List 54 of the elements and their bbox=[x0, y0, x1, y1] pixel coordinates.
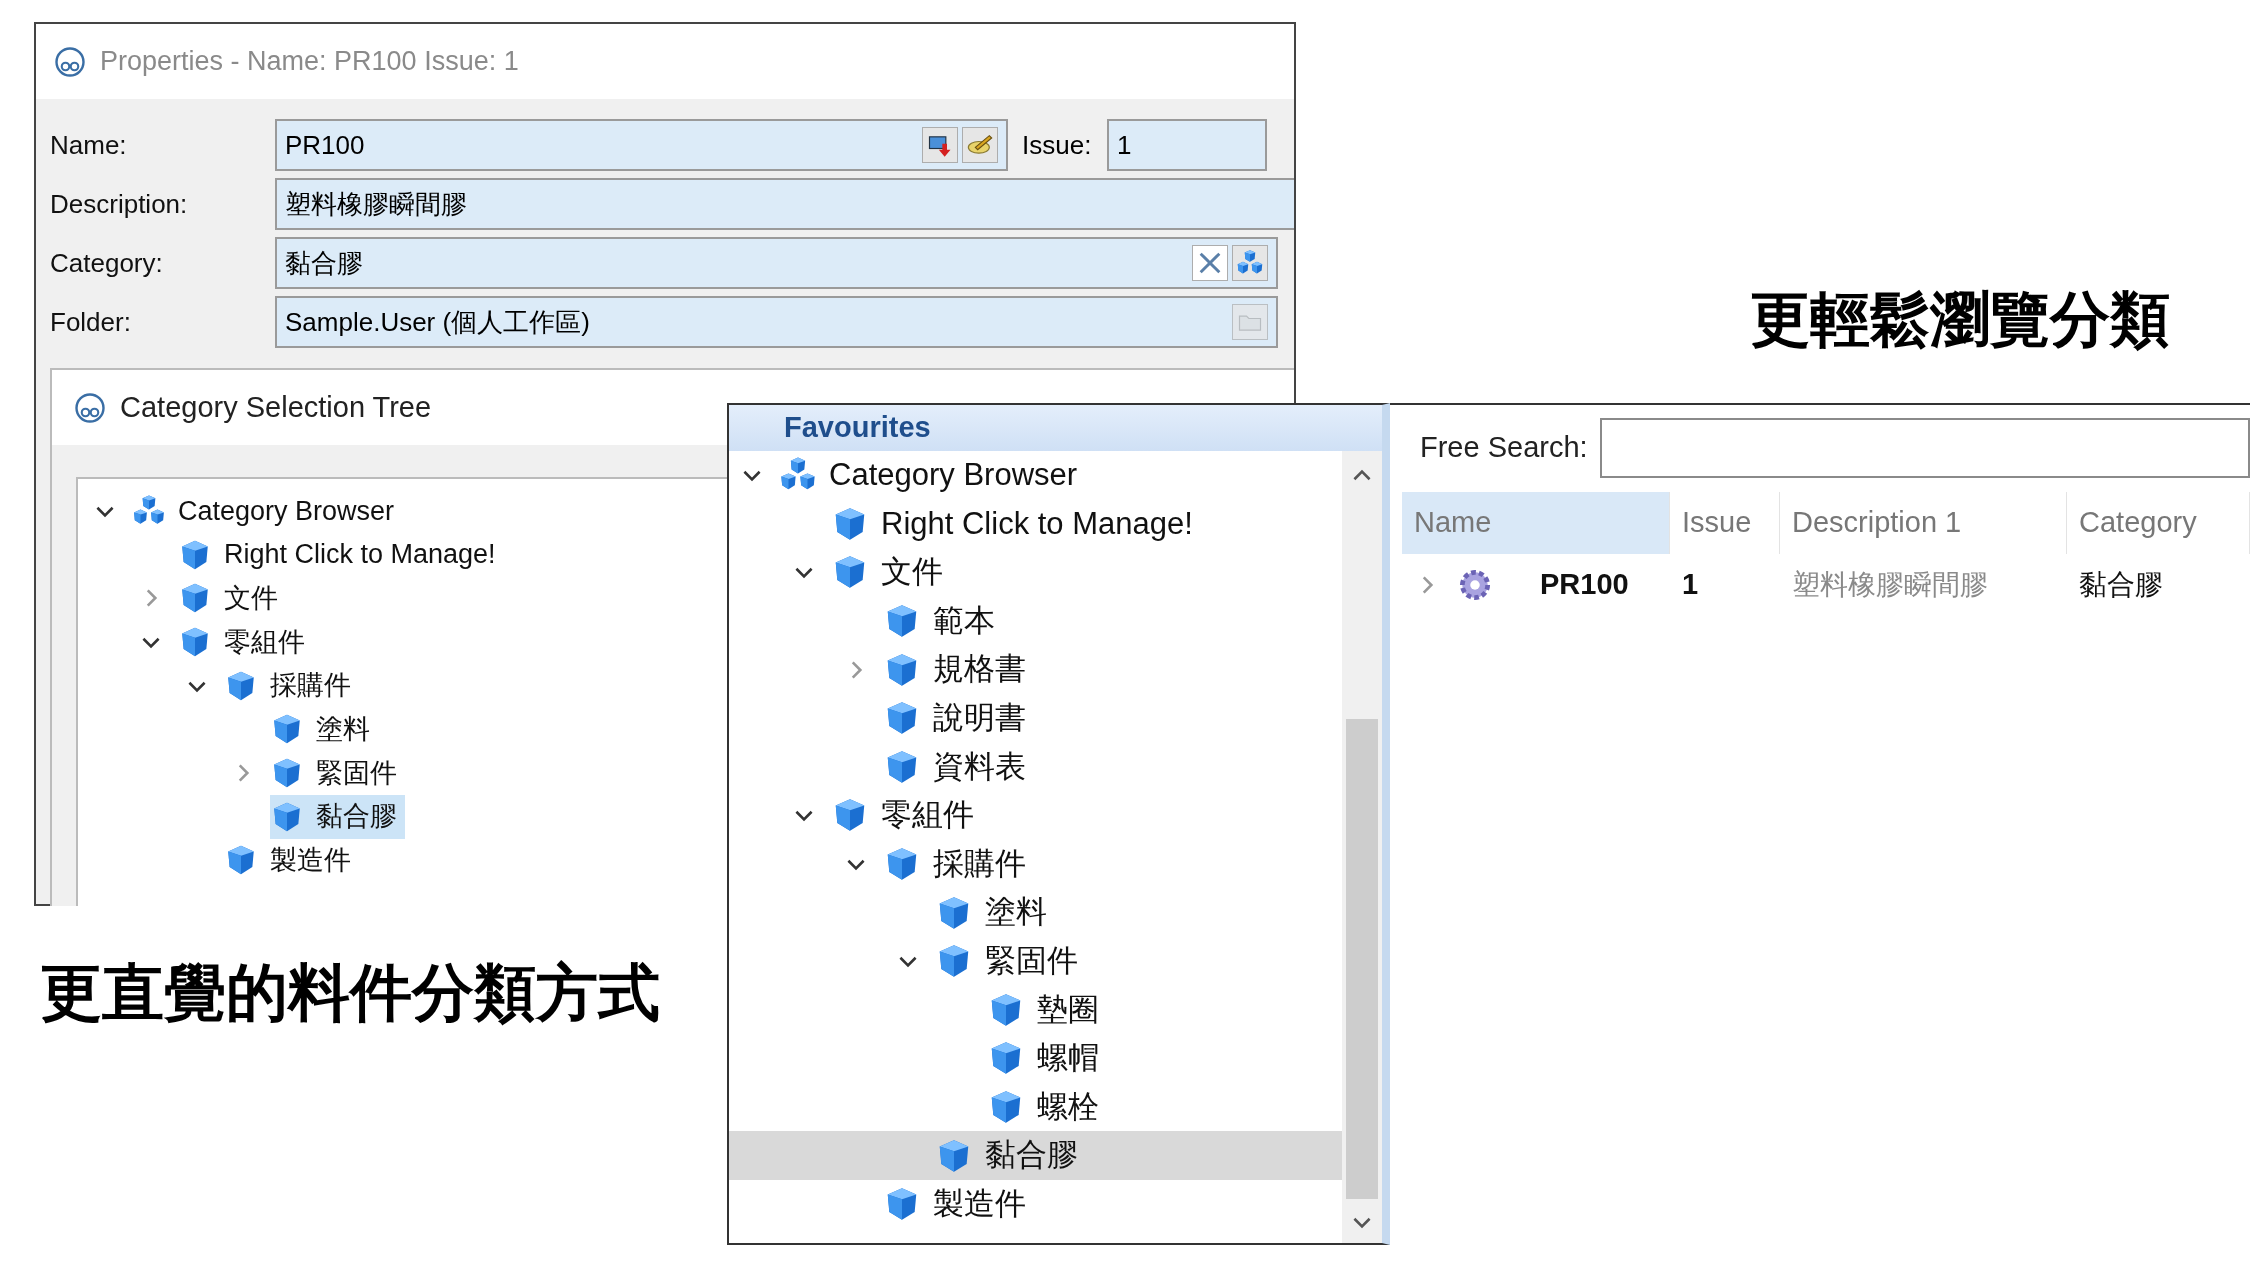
tree-item[interactable]: 說明書 bbox=[729, 693, 1342, 743]
table-cell-text: 1 bbox=[1681, 567, 1700, 603]
tree-item[interactable]: 文件 bbox=[729, 548, 1342, 597]
table-row[interactable]: PR100 1 塑料橡膠瞬間膠 黏合膠 bbox=[1402, 554, 2250, 616]
table-cell-text: 塑料橡膠瞬間膠 bbox=[1791, 568, 1989, 602]
tree-item[interactable]: 黏合膠 bbox=[270, 794, 405, 839]
tree-item[interactable]: 製造件 bbox=[729, 1179, 1342, 1229]
table-cell-text: 黏合膠 bbox=[2078, 568, 2164, 602]
download-button[interactable] bbox=[922, 127, 958, 163]
field-label: Issue: bbox=[1022, 128, 1093, 162]
tree-item[interactable]: 塗料 bbox=[270, 707, 378, 752]
tree-item[interactable]: 塗料 bbox=[729, 888, 1342, 937]
search-field[interactable] bbox=[1599, 417, 2250, 478]
column-header[interactable]: Name bbox=[1402, 492, 1670, 554]
tree-item[interactable]: 零組件 bbox=[729, 791, 1342, 840]
tree-item[interactable]: Right Click to Manage! bbox=[729, 499, 1342, 549]
tree-item[interactable]: 黏合膠 bbox=[729, 1131, 1342, 1180]
table-cell-text: PR100 bbox=[1540, 567, 1629, 603]
tree-item[interactable]: 零組件 bbox=[178, 620, 313, 664]
field-label: Name: bbox=[50, 128, 128, 162]
tree-item[interactable]: 緊固件 bbox=[270, 751, 405, 795]
description-field[interactable]: 塑料橡膠瞬間膠 bbox=[275, 178, 1294, 230]
tree-item[interactable]: 製造件 bbox=[224, 838, 359, 883]
tree-item[interactable]: Category Browser bbox=[132, 489, 403, 533]
tree-item[interactable]: 採購件 bbox=[224, 663, 359, 708]
scrollbar[interactable] bbox=[1342, 451, 1382, 1243]
tree-item[interactable]: 文件 bbox=[178, 576, 286, 621]
panel-header: Favourites bbox=[729, 405, 1382, 451]
tree-item[interactable]: 資料表 bbox=[729, 742, 1342, 792]
field-label: Category: bbox=[50, 246, 164, 280]
tree-item[interactable]: Category Browser bbox=[729, 451, 1342, 500]
name-field[interactable]: PR100 bbox=[275, 119, 1008, 171]
tree-item[interactable]: 墊圈 bbox=[729, 985, 1342, 1035]
caption: 更直覺的料件分類方式 bbox=[40, 962, 660, 1024]
tree-item[interactable]: 螺帽 bbox=[729, 1034, 1342, 1083]
tree-item[interactable]: 採購件 bbox=[729, 839, 1342, 889]
edit-button[interactable] bbox=[962, 127, 998, 163]
tree-item[interactable]: 規格書 bbox=[729, 645, 1342, 694]
category-field[interactable]: 黏合膠 bbox=[275, 237, 1278, 289]
caption: 更輕鬆瀏覽分類 bbox=[1750, 290, 2170, 350]
tree-item[interactable]: Right Click to Manage! bbox=[178, 532, 504, 577]
window-title: Category Selection Tree bbox=[120, 389, 432, 425]
field-label: Free Search: bbox=[1420, 429, 1588, 465]
window-title: Properties - Name: PR100 Issue: 1 bbox=[100, 45, 519, 79]
folder-field[interactable]: Sample.User (個人工作區) bbox=[275, 296, 1278, 348]
field-label: Folder: bbox=[50, 305, 132, 339]
browse-button[interactable] bbox=[1232, 245, 1268, 281]
tree-item[interactable]: 螺栓 bbox=[729, 1082, 1342, 1132]
tree-item[interactable]: 緊固件 bbox=[729, 936, 1342, 986]
tree-item[interactable]: 範本 bbox=[729, 596, 1342, 646]
issue-field[interactable]: 1 bbox=[1107, 119, 1267, 171]
scrollbar-thumb[interactable] bbox=[1346, 719, 1378, 1199]
field-label: Description: bbox=[50, 187, 189, 221]
clear-button[interactable] bbox=[1192, 245, 1228, 281]
